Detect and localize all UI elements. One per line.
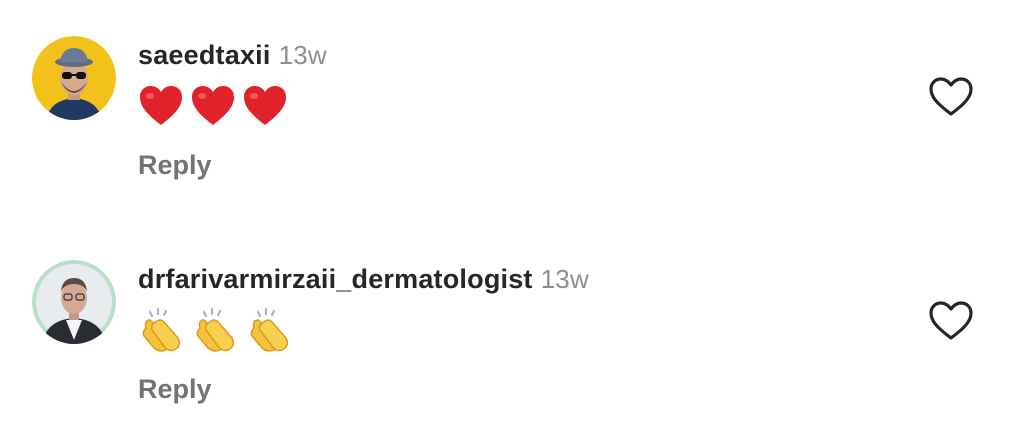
clapping-hands-emoji: [142, 307, 181, 352]
clapping-hands-emoji: [250, 307, 289, 352]
comment-text: [138, 84, 288, 128]
comment-time: 13w: [540, 264, 589, 294]
clapping-hands-emoji: [196, 307, 235, 352]
avatar[interactable]: [32, 36, 116, 120]
comment-time: 13w: [278, 40, 327, 70]
heart-emoji: [244, 86, 286, 125]
comment-header: drfarivarmirzaii_dermatologist 13w: [138, 264, 589, 295]
username[interactable]: saeedtaxii: [138, 40, 271, 70]
heart-emoji: [140, 86, 182, 125]
username[interactable]: drfarivarmirzaii_dermatologist: [138, 264, 533, 294]
reply-button[interactable]: Reply: [138, 150, 212, 181]
comment-header: saeedtaxii 13w: [138, 40, 327, 71]
comment-text: [138, 306, 294, 354]
comment-item: drfarivarmirzaii_dermatologist 13w Reply: [0, 224, 1024, 424]
heart-outline-icon[interactable]: [928, 300, 974, 342]
avatar[interactable]: [32, 260, 116, 344]
reply-button[interactable]: Reply: [138, 374, 212, 405]
heart-emoji: [192, 86, 234, 125]
heart-outline-icon[interactable]: [928, 76, 974, 118]
comment-item: saeedtaxii 13w Reply: [0, 0, 1024, 200]
